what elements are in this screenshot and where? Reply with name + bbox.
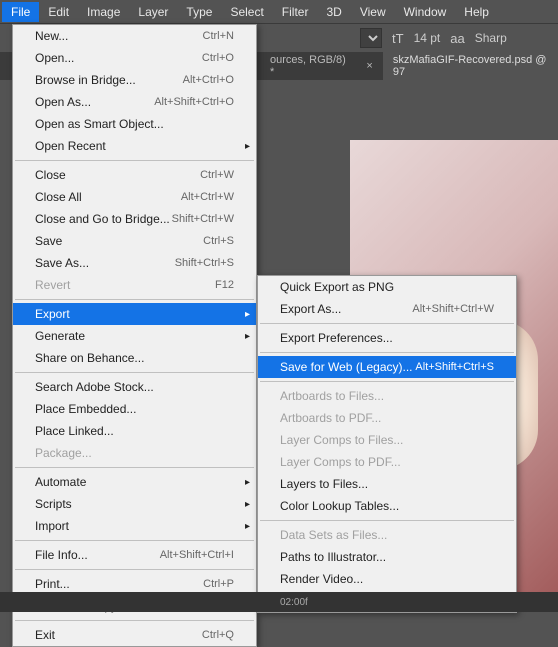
menu-exit[interactable]: ExitCtrl+Q xyxy=(13,624,256,646)
menu-package: Package... xyxy=(13,442,256,464)
menubar-image[interactable]: Image xyxy=(78,2,129,22)
menu-artboards-pdf: Artboards to PDF... xyxy=(258,407,516,429)
menu-open[interactable]: Open...Ctrl+O xyxy=(13,47,256,69)
menu-separator xyxy=(15,372,254,373)
menu-layer-comps-pdf: Layer Comps to PDF... xyxy=(258,451,516,473)
menubar-view[interactable]: View xyxy=(351,2,395,22)
menu-open-smart-object[interactable]: Open as Smart Object... xyxy=(13,113,256,135)
menu-export-as[interactable]: Export As...Alt+Shift+Ctrl+W xyxy=(258,298,516,320)
menubar-select[interactable]: Select xyxy=(221,2,272,22)
menubar-window[interactable]: Window xyxy=(395,2,456,22)
menu-separator xyxy=(260,323,514,324)
menu-open-as[interactable]: Open As...Alt+Shift+Ctrl+O xyxy=(13,91,256,113)
menu-quick-export-png[interactable]: Quick Export as PNG xyxy=(258,276,516,298)
menu-place-linked[interactable]: Place Linked... xyxy=(13,420,256,442)
timeline-time: 02:00f xyxy=(280,597,308,608)
menubar-layer[interactable]: Layer xyxy=(129,2,177,22)
tab-close-icon[interactable]: × xyxy=(366,60,372,72)
menu-separator xyxy=(260,381,514,382)
menu-open-recent[interactable]: Open Recent xyxy=(13,135,256,157)
menu-save-as[interactable]: Save As...Shift+Ctrl+S xyxy=(13,252,256,274)
menu-layers-files[interactable]: Layers to Files... xyxy=(258,473,516,495)
menu-new[interactable]: New...Ctrl+N xyxy=(13,25,256,47)
menu-save[interactable]: SaveCtrl+S xyxy=(13,230,256,252)
menubar-3d[interactable]: 3D xyxy=(317,2,350,22)
menu-render-video[interactable]: Render Video... xyxy=(258,568,516,590)
menu-paths-illustrator[interactable]: Paths to Illustrator... xyxy=(258,546,516,568)
menu-separator xyxy=(15,160,254,161)
menubar-edit[interactable]: Edit xyxy=(39,2,78,22)
menu-separator xyxy=(15,620,254,621)
menu-browse-bridge[interactable]: Browse in Bridge...Alt+Ctrl+O xyxy=(13,69,256,91)
file-menu: New...Ctrl+N Open...Ctrl+O Browse in Bri… xyxy=(12,24,257,647)
menu-data-sets: Data Sets as Files... xyxy=(258,524,516,546)
menu-export-preferences[interactable]: Export Preferences... xyxy=(258,327,516,349)
menu-layer-comps-files: Layer Comps to Files... xyxy=(258,429,516,451)
menu-generate[interactable]: Generate xyxy=(13,325,256,347)
menubar-filter[interactable]: Filter xyxy=(273,2,318,22)
menu-separator xyxy=(15,540,254,541)
anti-alias-value[interactable]: Sharp xyxy=(475,31,507,45)
menu-share-behance[interactable]: Share on Behance... xyxy=(13,347,256,369)
menu-close-all[interactable]: Close AllAlt+Ctrl+W xyxy=(13,186,256,208)
anti-alias-icon: aa xyxy=(450,31,464,46)
menu-save-for-web[interactable]: Save for Web (Legacy)...Alt+Shift+Ctrl+S xyxy=(258,356,516,378)
menu-separator xyxy=(15,569,254,570)
menu-scripts[interactable]: Scripts xyxy=(13,493,256,515)
menu-import[interactable]: Import xyxy=(13,515,256,537)
menu-file-info[interactable]: File Info...Alt+Shift+Ctrl+I xyxy=(13,544,256,566)
toolbar-dropdown[interactable] xyxy=(360,28,382,48)
menubar-help[interactable]: Help xyxy=(455,2,498,22)
menubar-file[interactable]: File xyxy=(2,2,39,22)
font-size-value[interactable]: 14 pt xyxy=(414,31,441,45)
menu-place-embedded[interactable]: Place Embedded... xyxy=(13,398,256,420)
menubar-type[interactable]: Type xyxy=(177,2,221,22)
document-tab-1[interactable]: ources, RGB/8) * xyxy=(260,49,356,83)
menu-revert: RevertF12 xyxy=(13,274,256,296)
menu-artboards-files: Artboards to Files... xyxy=(258,385,516,407)
menu-close[interactable]: CloseCtrl+W xyxy=(13,164,256,186)
menu-export[interactable]: Export xyxy=(13,303,256,325)
timeline: 02:00f xyxy=(0,592,558,612)
menu-separator xyxy=(260,352,514,353)
export-submenu: Quick Export as PNG Export As...Alt+Shif… xyxy=(257,275,517,613)
menu-separator xyxy=(15,299,254,300)
menu-automate[interactable]: Automate xyxy=(13,471,256,493)
menu-color-lookup[interactable]: Color Lookup Tables... xyxy=(258,495,516,517)
menu-search-stock[interactable]: Search Adobe Stock... xyxy=(13,376,256,398)
menu-close-bridge[interactable]: Close and Go to Bridge...Shift+Ctrl+W xyxy=(13,208,256,230)
menu-separator xyxy=(260,520,514,521)
document-tab-2[interactable]: skzMafiaGIF-Recovered.psd @ 97 xyxy=(383,49,558,83)
menubar: File Edit Image Layer Type Select Filter… xyxy=(0,0,558,24)
menu-separator xyxy=(15,467,254,468)
font-size-icon: tT xyxy=(392,31,404,46)
